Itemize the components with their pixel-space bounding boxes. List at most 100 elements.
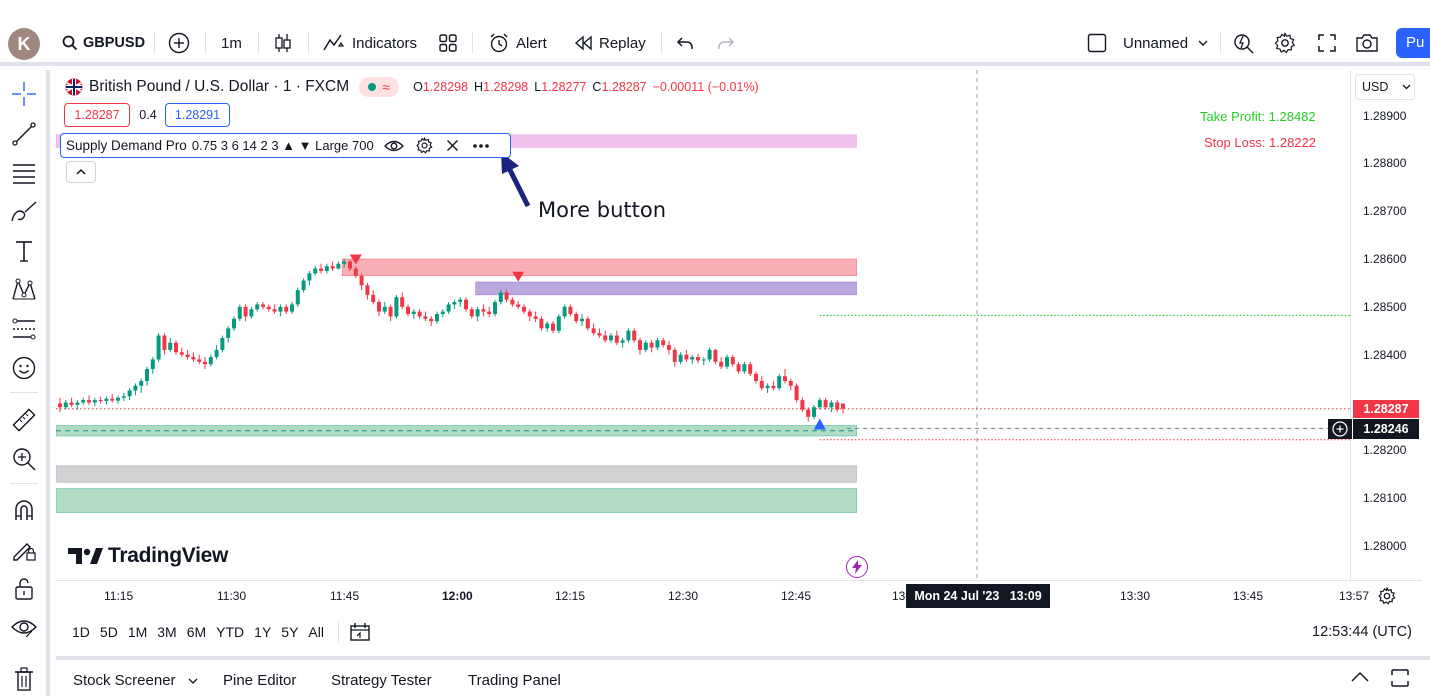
- candle-body: [777, 376, 782, 389]
- bid-price-box[interactable]: 1.28287: [64, 103, 130, 127]
- candle-body: [394, 297, 399, 317]
- ask-price-box[interactable]: 1.28291: [165, 103, 230, 127]
- utc-clock[interactable]: 12:53:44 (UTC): [1312, 624, 1412, 640]
- measure-tool[interactable]: [8, 404, 40, 436]
- chart-type-button[interactable]: [273, 20, 293, 66]
- add-alert-plus-button[interactable]: [1328, 419, 1352, 439]
- fullscreen-button[interactable]: [1317, 20, 1337, 66]
- indicators-label: Indicators: [352, 34, 418, 52]
- candle-body: [411, 311, 416, 315]
- candle-body: [603, 335, 608, 341]
- indicators-button[interactable]: Indicators: [322, 20, 417, 66]
- range-button-ytd[interactable]: YTD: [216, 624, 244, 640]
- time-label: 12:30: [668, 589, 699, 603]
- user-avatar[interactable]: K: [8, 28, 40, 60]
- hide-indicator-button[interactable]: [383, 139, 404, 153]
- indicator-legend-row[interactable]: Supply Demand Pro 0.75 3 6 14 2 3 ▲ ▼ La…: [60, 133, 511, 158]
- prediction-tool[interactable]: [8, 313, 40, 345]
- lock-drawings-tool[interactable]: [8, 573, 40, 605]
- candle-body: [232, 318, 236, 329]
- range-button-5d[interactable]: 5D: [100, 624, 118, 640]
- fib-tool[interactable]: [8, 157, 40, 189]
- rewind-icon: [574, 35, 592, 51]
- candle-body: [104, 398, 109, 402]
- candle-body: [174, 342, 178, 353]
- range-button-3m[interactable]: 3M: [157, 624, 176, 640]
- high-value: H1.28298: [474, 80, 529, 94]
- horizontal-lines-icon: [13, 164, 35, 184]
- price-label: 1.28800: [1363, 156, 1407, 171]
- layout-button[interactable]: Unnamed: [1087, 20, 1209, 66]
- replay-button[interactable]: Replay: [574, 20, 646, 66]
- lightning-icon: [852, 560, 862, 574]
- candle-body: [748, 364, 753, 374]
- go-to-date-button[interactable]: [349, 622, 371, 642]
- range-button-5y[interactable]: 5Y: [281, 624, 298, 640]
- candle-body: [139, 380, 144, 386]
- text-tool[interactable]: [8, 235, 40, 267]
- alert-button[interactable]: Alert: [488, 20, 547, 66]
- stay-in-drawing-mode-tool[interactable]: [8, 534, 40, 566]
- templates-button[interactable]: [438, 20, 458, 66]
- tab-stock-screener[interactable]: Stock Screener: [73, 672, 198, 689]
- collapse-legend-button[interactable]: [66, 161, 96, 183]
- brush-tool[interactable]: [8, 196, 40, 228]
- price-scale[interactable]: USD 1.28900 1.28800 1.28700 1.28600 1.28500 1…: [1350, 70, 1422, 580]
- candle-body: [678, 354, 683, 362]
- indicator-name[interactable]: Supply Demand Pro: [66, 138, 187, 153]
- candle-body: [98, 400, 103, 402]
- candle-body: [556, 316, 561, 331]
- price-label: 1.28100: [1363, 491, 1407, 506]
- tab-strategy-tester[interactable]: Strategy Tester: [331, 672, 432, 689]
- trend-line-tool[interactable]: [8, 118, 40, 150]
- redo-button[interactable]: [717, 20, 735, 66]
- publish-button[interactable]: Pu: [1396, 28, 1430, 58]
- candle-body: [446, 304, 451, 312]
- range-button-1m[interactable]: 1M: [128, 624, 147, 640]
- candle-body: [487, 311, 492, 315]
- candle-body: [783, 376, 787, 381]
- quick-search-button[interactable]: [1233, 20, 1255, 66]
- price-label: 1.28200: [1363, 443, 1407, 458]
- crosshair-tool[interactable]: [8, 78, 40, 110]
- range-button-1d[interactable]: 1D: [72, 624, 90, 640]
- interval-button[interactable]: 1m: [221, 20, 242, 66]
- indicator-settings-button[interactable]: [415, 137, 433, 154]
- undo-button[interactable]: [676, 20, 694, 66]
- more-button[interactable]: [472, 143, 490, 149]
- maximize-panel-button[interactable]: [1390, 668, 1410, 692]
- layout-name: Unnamed: [1123, 34, 1189, 52]
- icons-tool[interactable]: [8, 352, 40, 384]
- tab-trading-panel[interactable]: Trading Panel: [468, 672, 561, 689]
- time-label: 11:15: [104, 589, 134, 603]
- pattern-tool[interactable]: [8, 274, 40, 306]
- remove-drawings-tool[interactable]: [8, 662, 40, 694]
- candle-body: [609, 335, 613, 341]
- market-status-badge[interactable]: ≈: [359, 77, 400, 97]
- eye-icon: [11, 620, 37, 638]
- tab-pine-editor[interactable]: Pine Editor: [223, 672, 296, 689]
- symbol-title[interactable]: British Pound / U.S. Dollar · 1 · FXCM: [89, 78, 349, 96]
- snapshot-button[interactable]: [1355, 20, 1379, 66]
- time-scale[interactable]: 11:15 11:30 11:45 12:00 12:15 12:30 12:45 13 13:…: [56, 580, 1422, 610]
- range-button-1y[interactable]: 1Y: [254, 624, 271, 640]
- magnet-tool[interactable]: [8, 495, 40, 527]
- range-button-6m[interactable]: 6M: [187, 624, 206, 640]
- candle-body: [539, 318, 544, 329]
- candle-body: [643, 342, 648, 350]
- remove-indicator-button[interactable]: [446, 139, 459, 152]
- compare-button[interactable]: [168, 20, 190, 66]
- settings-button[interactable]: [1274, 20, 1296, 66]
- toolbar-divider: [258, 32, 259, 54]
- candle-body: [121, 396, 126, 398]
- scale-settings-button[interactable]: [1378, 586, 1396, 610]
- collapse-panel-button[interactable]: [1350, 670, 1370, 687]
- currency-button[interactable]: USD: [1355, 74, 1415, 100]
- range-button-all[interactable]: All: [308, 624, 324, 640]
- lightning-badge[interactable]: [846, 556, 868, 578]
- symbol-search-button[interactable]: GBPUSD: [62, 20, 145, 66]
- zoom-tool[interactable]: [8, 443, 40, 475]
- candle-body: [249, 309, 254, 317]
- hide-drawings-tool[interactable]: [8, 612, 40, 644]
- candle-body: [510, 299, 515, 305]
